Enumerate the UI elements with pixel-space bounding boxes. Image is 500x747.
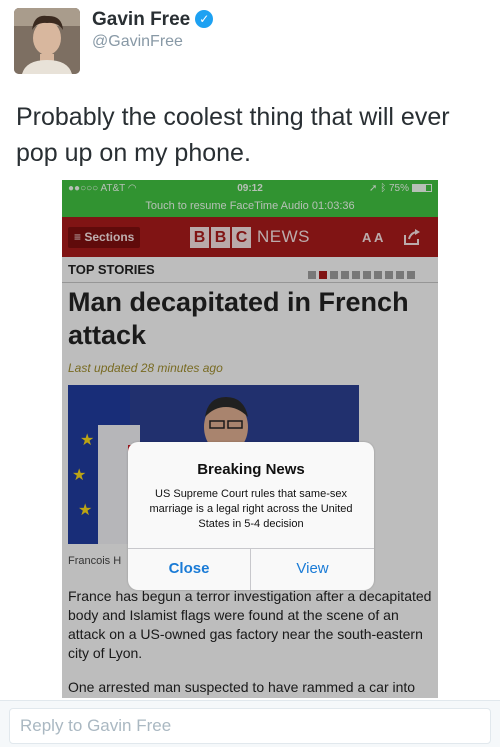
- reply-input[interactable]: [9, 708, 491, 744]
- reply-bar: [0, 700, 500, 747]
- tweet-text: Probably the coolest thing that will eve…: [16, 103, 450, 167]
- verified-icon: ✓: [195, 10, 214, 28]
- display-name[interactable]: Gavin Free ✓: [92, 9, 214, 31]
- alert-view-button: View: [296, 560, 329, 577]
- avatar-image: [14, 8, 80, 74]
- alert-overlay: [62, 180, 438, 698]
- alert-title: Breaking News: [197, 461, 305, 478]
- alert-close-button: Close: [168, 560, 210, 577]
- display-name-text[interactable]: Gavin Free: [92, 9, 190, 30]
- attached-screenshot[interactable]: ●●○○○ AT&T ◠ 09:12 ➚ ᛒ 75% Touch to resu…: [62, 180, 438, 698]
- breaking-news-alert: Breaking News US Supreme Court rules tha…: [128, 442, 374, 590]
- user-handle[interactable]: @GavinFree: [92, 33, 183, 51]
- avatar[interactable]: [14, 8, 80, 74]
- alert-message: US Supreme Court rules that same-sex mar…: [149, 488, 353, 530]
